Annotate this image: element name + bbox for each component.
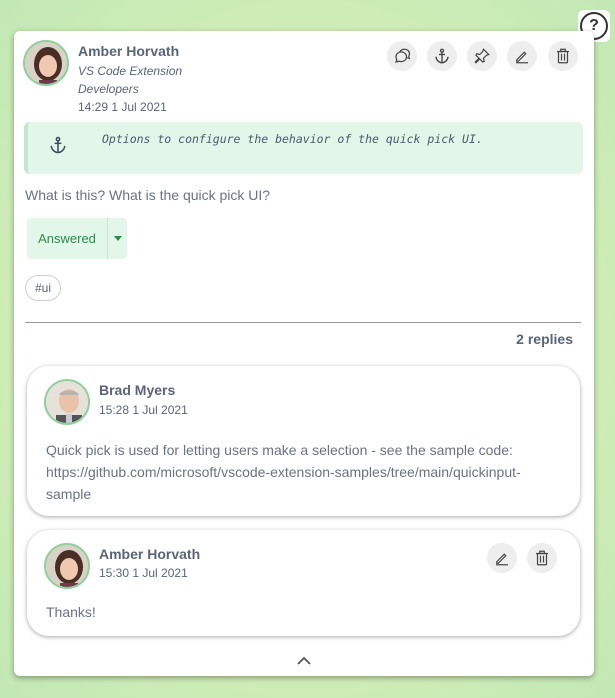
reply-delete-button[interactable]	[527, 543, 557, 573]
caret-down-icon	[113, 236, 122, 241]
avatar-image	[46, 381, 88, 423]
post-timestamp: 14:29 1 Jul 2021	[78, 100, 167, 114]
reply-count: 2 replies	[516, 331, 573, 347]
avatar	[23, 40, 69, 86]
pin-button[interactable]	[467, 41, 497, 71]
anchor-button[interactable]	[427, 41, 457, 71]
avatar	[44, 543, 90, 589]
delete-button[interactable]	[548, 41, 578, 71]
status-dropdown[interactable]: Answered	[27, 218, 127, 259]
post-team-line2: Developers	[78, 82, 139, 96]
divider	[25, 322, 581, 323]
pin-icon	[474, 48, 490, 64]
reply-text-line1: Quick pick is used for letting users mak…	[46, 442, 513, 458]
status-caret[interactable]	[107, 218, 127, 259]
trash-icon	[557, 48, 569, 64]
avatar-image	[25, 42, 67, 84]
avatar	[44, 379, 90, 425]
reply-card: Brad Myers 15:28 1 Jul 2021 Quick pick i…	[27, 366, 580, 516]
post-author: Amber Horvath	[78, 43, 180, 59]
reply-timestamp: 15:28 1 Jul 2021	[99, 403, 188, 417]
reply-card: Amber Horvath 15:30 1 Jul 2021 Thanks!	[27, 530, 580, 636]
reply-text-line1: Thanks!	[46, 604, 96, 620]
anchor-icon	[50, 136, 66, 154]
status-label[interactable]: Answered	[27, 218, 107, 259]
edit-button[interactable]	[507, 41, 537, 71]
avatar-image	[46, 545, 88, 587]
tag-chip[interactable]: #ui	[25, 275, 61, 301]
edit-icon	[516, 51, 528, 64]
trash-icon	[536, 550, 548, 566]
chevron-up-icon	[297, 656, 311, 665]
reply-edit-button[interactable]	[487, 543, 517, 573]
reply-button[interactable]	[387, 41, 417, 71]
reply-author: Brad Myers	[99, 382, 176, 398]
question-text: What is this? What is the quick pick UI?	[25, 187, 271, 203]
reply-author: Amber Horvath	[99, 546, 201, 562]
annotation-card: Amber Horvath VS Code Extension Develope…	[14, 31, 594, 676]
collapse-button[interactable]	[294, 653, 314, 669]
anchor-text: Options to configure the behavior of the…	[102, 132, 483, 146]
reply-link[interactable]: https://github.com/microsoft/vscode-exte…	[46, 461, 521, 483]
anchor-icon	[435, 48, 449, 64]
reply-timestamp: 15:30 1 Jul 2021	[99, 566, 188, 580]
post-team-line1: VS Code Extension	[78, 64, 183, 78]
anchor-snippet[interactable]: Options to configure the behavior of the…	[24, 122, 583, 174]
reply-text-line3: sample	[46, 486, 92, 502]
reply-icon	[395, 48, 411, 63]
edit-icon	[496, 553, 508, 566]
